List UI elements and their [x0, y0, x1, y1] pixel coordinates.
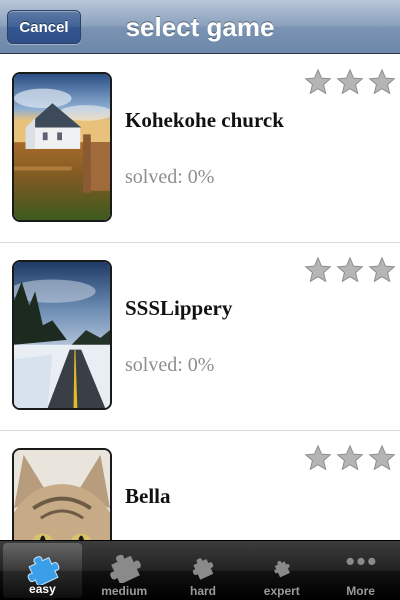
puzzle-piece-icon [110, 554, 142, 583]
solved-status: solved: 0% [125, 354, 215, 376]
game-list[interactable]: Kohekohe churck solved: 0% SSSLippery so… [0, 55, 400, 540]
tab-hard[interactable]: hard [164, 541, 243, 600]
puzzle-piece-icon [192, 558, 214, 580]
page-title: select game [125, 11, 275, 42]
star-icon [304, 444, 332, 471]
star-icon [368, 256, 396, 283]
puzzle-piece-icon [28, 556, 60, 585]
tab-label: More [346, 584, 375, 598]
tab-more[interactable]: More [321, 541, 400, 600]
difficulty-stars [304, 444, 396, 472]
star-icon [304, 68, 332, 95]
puzzle-piece-icon [274, 560, 290, 578]
game-title: Kohekohe churck [125, 108, 284, 132]
game-row-kohekohe-church[interactable]: Kohekohe churck solved: 0% [0, 55, 400, 243]
game-title: SSSLippery [125, 296, 233, 320]
navigation-bar: Cancel select game [0, 0, 400, 54]
star-icon [336, 256, 364, 283]
game-thumbnail-snowy-road [12, 260, 112, 410]
cancel-button[interactable]: Cancel [7, 10, 81, 44]
tab-expert[interactable]: expert [242, 541, 321, 600]
star-icon [336, 444, 364, 471]
star-icon [304, 256, 332, 283]
game-thumbnail-cat [12, 448, 112, 540]
more-dots-icon [346, 557, 375, 565]
tab-bar: easy medium hard expert More [0, 540, 400, 600]
difficulty-stars [304, 68, 396, 96]
tab-label: expert [263, 584, 300, 598]
game-row-sslippery[interactable]: SSSLippery solved: 0% [0, 243, 400, 431]
solved-status: solved: 0% [125, 166, 215, 188]
difficulty-stars [304, 256, 396, 284]
tab-medium[interactable]: medium [85, 541, 164, 600]
star-icon [368, 68, 396, 95]
star-icon [368, 444, 396, 471]
tab-label: medium [101, 584, 148, 598]
tab-easy[interactable]: easy [3, 543, 82, 598]
tab-label: hard [189, 584, 216, 598]
game-thumbnail-church [12, 72, 112, 222]
tab-label: easy [29, 582, 56, 596]
game-title: Bella [125, 484, 171, 508]
game-row-bella[interactable]: Bella [0, 431, 400, 540]
star-icon [336, 68, 364, 95]
